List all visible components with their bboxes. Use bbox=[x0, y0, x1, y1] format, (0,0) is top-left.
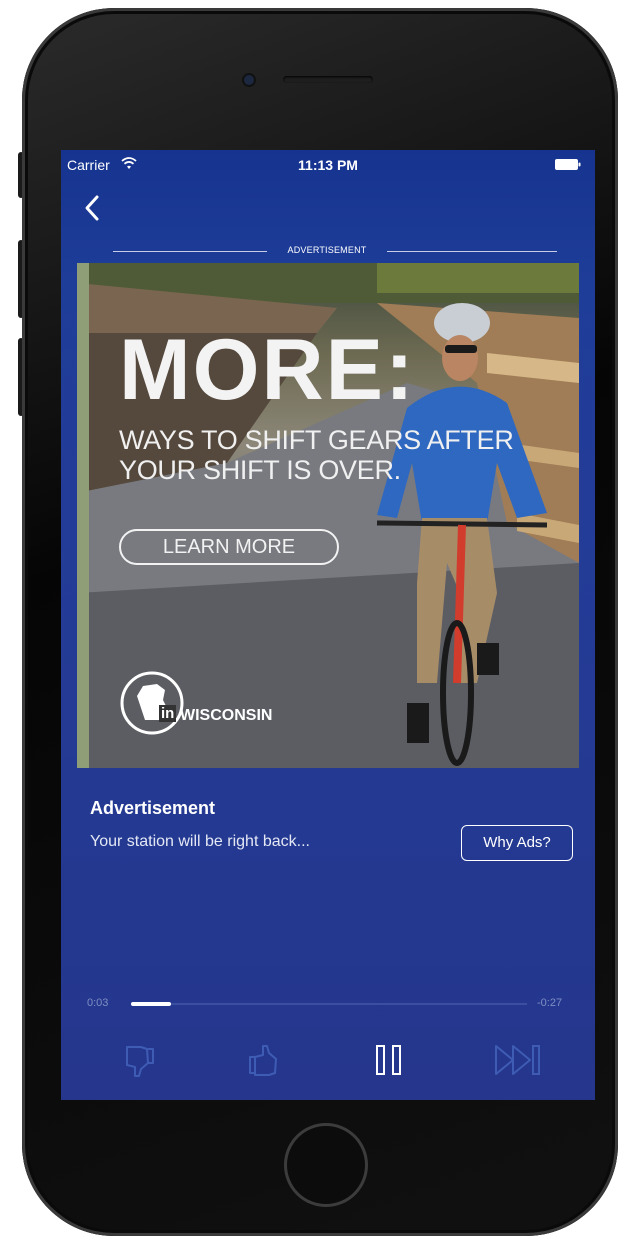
ad-logo-text: WISCONSIN bbox=[180, 707, 273, 724]
thumb-down-icon[interactable] bbox=[121, 1043, 155, 1079]
progress-fill bbox=[131, 1002, 171, 1006]
front-camera bbox=[244, 75, 254, 85]
clock: 11:13 PM bbox=[298, 157, 358, 173]
pause-icon[interactable] bbox=[374, 1043, 404, 1077]
ad-headline: MORE: bbox=[119, 322, 416, 418]
ad-subline-2: YOUR SHIFT IS OVER. bbox=[119, 455, 401, 485]
wisconsin-logo-icon bbox=[120, 671, 184, 735]
ad-logo-prefix: in bbox=[159, 705, 177, 722]
ad-banner[interactable]: MORE: WAYS TO SHIFT GEARS AFTER YOUR SHI… bbox=[77, 263, 579, 768]
remaining-time: -0:27 bbox=[537, 997, 563, 1009]
ad-header-divider-right bbox=[387, 251, 557, 252]
ad-header-label: ADVERTISEMENT bbox=[287, 245, 367, 255]
why-ads-button[interactable]: Why Ads? bbox=[461, 825, 573, 861]
status-bar: Carrier 11:13 PM bbox=[61, 150, 595, 176]
ad-info-title: Advertisement bbox=[90, 798, 216, 818]
home-button bbox=[284, 1123, 368, 1207]
back-icon[interactable] bbox=[83, 194, 101, 222]
ad-header: ADVERTISEMENT bbox=[61, 242, 595, 258]
ad-subline: WAYS TO SHIFT GEARS AFTER YOUR SHIFT IS … bbox=[119, 425, 514, 485]
learn-more-button[interactable]: LEARN MORE bbox=[119, 529, 339, 565]
elapsed-time: 0:03 bbox=[87, 997, 109, 1009]
thumb-up-icon[interactable] bbox=[247, 1043, 281, 1079]
earpiece-speaker bbox=[283, 76, 373, 83]
ad-subline-1: WAYS TO SHIFT GEARS AFTER bbox=[119, 425, 514, 455]
battery-icon bbox=[555, 159, 581, 170]
ad-info-subtitle: Your station will be right back... bbox=[90, 833, 310, 850]
skip-icon[interactable] bbox=[493, 1043, 543, 1077]
app-screen: Carrier 11:13 PM ADVERTISEMENT MORE: WAY… bbox=[61, 150, 595, 1100]
progress-bar[interactable] bbox=[131, 1002, 527, 1006]
ad-header-divider-left bbox=[113, 251, 267, 252]
